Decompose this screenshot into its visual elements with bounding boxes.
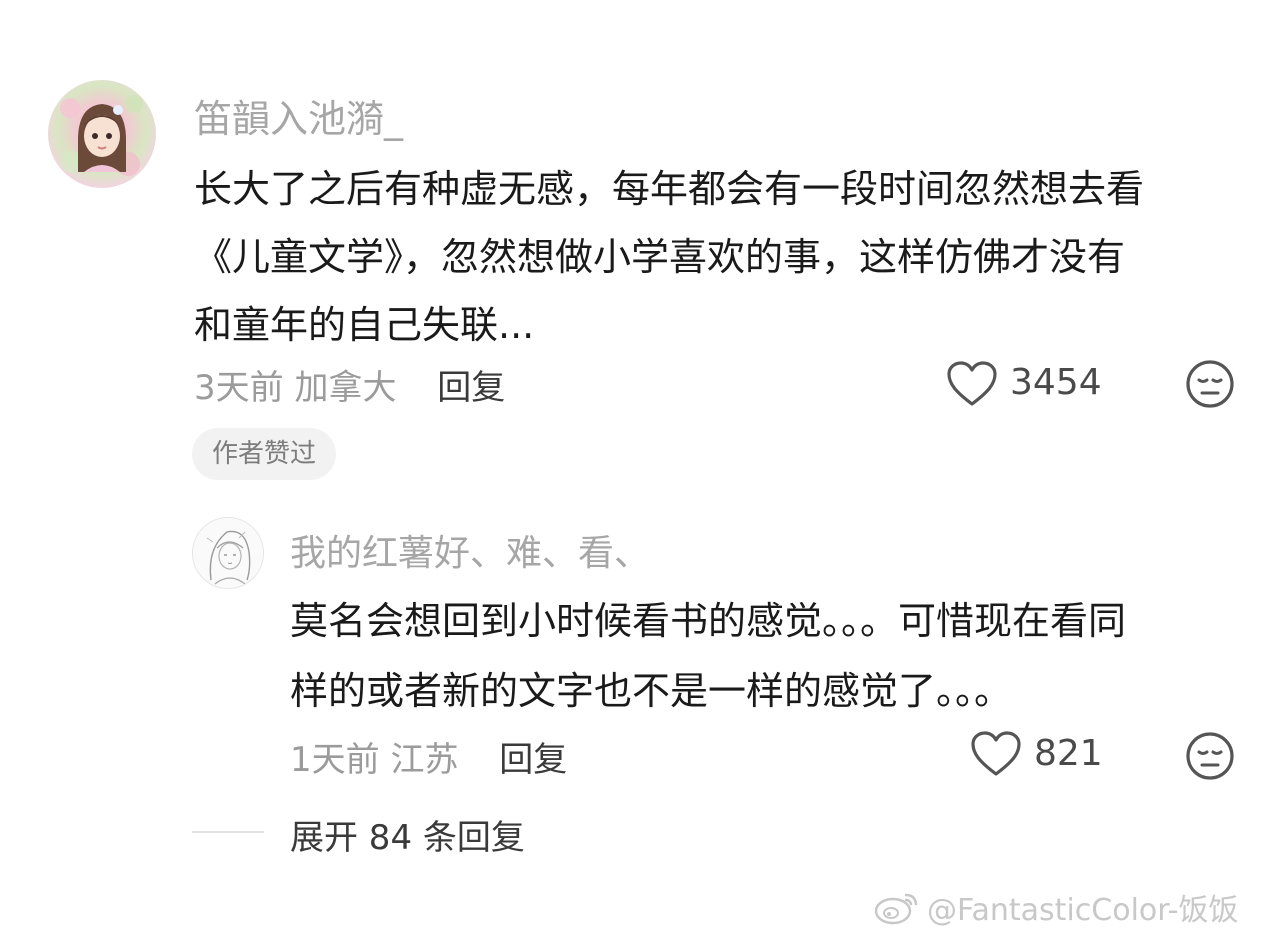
comment-meta: 3天前 加拿大 回复 [194,360,505,409]
heart-icon[interactable] [946,360,998,408]
reply-avatar[interactable] [192,517,264,589]
weibo-logo-icon [874,893,918,925]
comment-text-line: 和童年的自己失联... [194,303,535,347]
comment-text: 长大了之后有种虚无感，每年都会有一段时间忽然想去看 《儿童文学》，忽然想做小学喜… [194,155,1144,359]
reply-reply-button[interactable]: 回复 [499,740,567,780]
expand-divider [192,831,264,833]
comment-username[interactable]: 笛韻入池漪_ [194,88,403,143]
avatar[interactable] [48,80,156,188]
comment-thread: 笛韻入池漪_ 长大了之后有种虚无感，每年都会有一段时间忽然想去看 《儿童文学》，… [0,0,1284,936]
dislike-face-icon[interactable] [1184,730,1236,782]
comment-text-line: 长大了之后有种虚无感，每年都会有一段时间忽然想去看 [194,167,1145,211]
reply-location: 江苏 [390,740,459,780]
comment-text-line: 《儿童文学》，忽然想做小学喜欢的事，这样仿佛才没有 [194,235,1126,279]
avatar-anime-girl-icon [60,95,143,176]
reply-text-line: 莫名会想回到小时候看书的感觉。。。可惜现在看同 [290,599,1127,643]
reply-text: 莫名会想回到小时候看书的感觉。。。可惜现在看同 样的或者新的文字也不是一样的感觉… [290,586,1126,726]
reply-button[interactable]: 回复 [437,368,505,408]
dislike-face-icon[interactable] [1184,358,1236,410]
reply-username[interactable]: 我的红薯好、难、看、 [290,524,650,576]
expand-replies-button[interactable]: 展开 84 条回复 [290,810,525,859]
heart-icon[interactable] [970,730,1022,778]
watermark: @FantasticColor-饭饭 [873,884,1239,930]
like-count: 3454 [1010,362,1102,403]
watermark-text: @FantasticColor-饭饭 [927,893,1239,928]
comment-location: 加拿大 [294,368,397,408]
comment-time: 3天前 [194,368,284,408]
reply-like-count: 821 [1034,733,1103,774]
author-liked-badge: 作者赞过 [192,428,337,480]
reply-time: 1天前 [290,740,380,780]
reply-meta: 1天前 江苏 回复 [290,732,567,781]
reply-text-line: 样的或者新的文字也不是一样的感觉了。。。 [290,669,1013,713]
avatar-sketch-girl-icon [206,530,251,585]
